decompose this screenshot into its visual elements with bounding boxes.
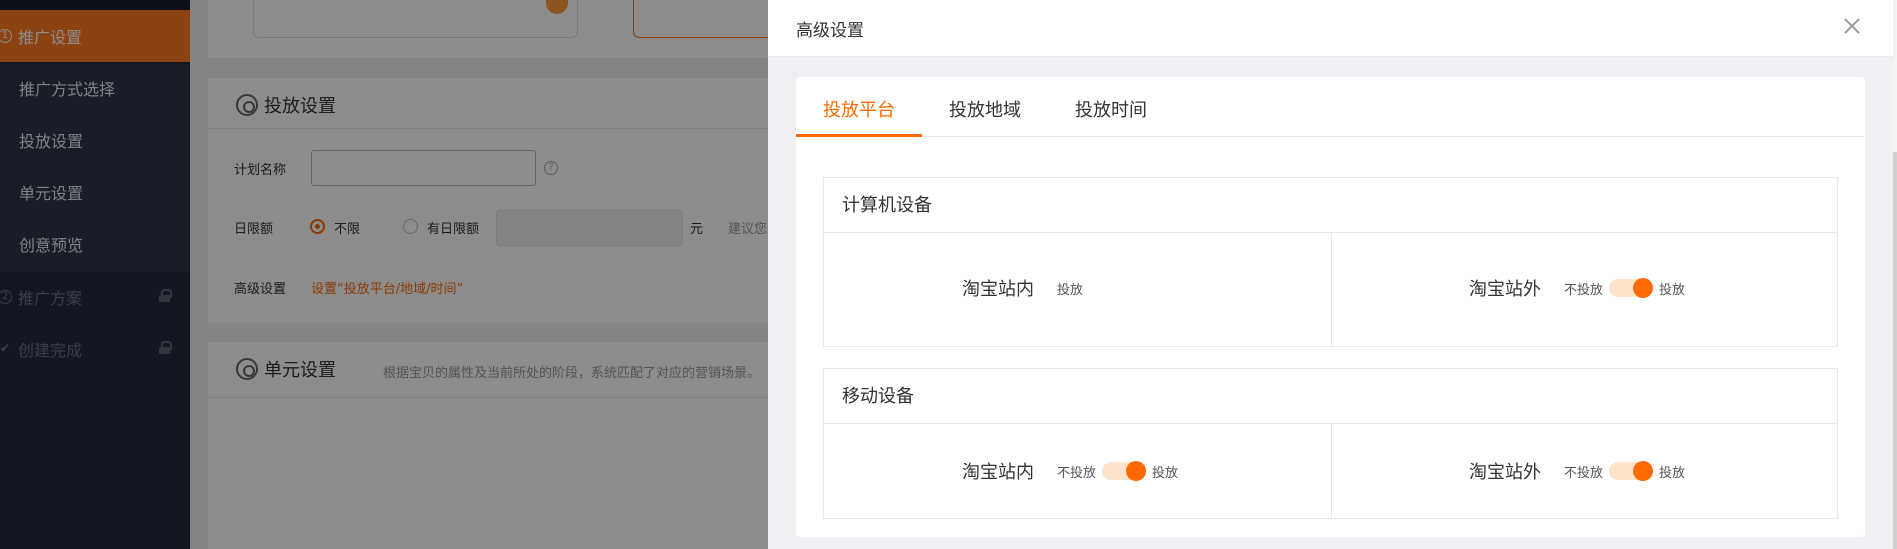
toggle-on-label: 投放 (1659, 465, 1686, 481)
toggle-on-label: 投放 (1659, 282, 1686, 298)
advanced-settings-drawer: 高级设置 投放平台 投放地域 投放时间 计算机设备 淘宝站内 投放 淘宝站外 不… (768, 0, 1897, 549)
close-icon[interactable] (1840, 14, 1864, 38)
drawer-header: 高级设置 (768, 0, 1893, 57)
computer-devices-section: 计算机设备 淘宝站内 投放 淘宝站外 不投放 投放 (823, 177, 1838, 347)
placement-toggle[interactable] (1609, 461, 1654, 481)
toggle-off-label: 不投放 (1564, 465, 1604, 481)
modal-overlay[interactable] (0, 0, 768, 549)
tab-placement-platform[interactable]: 投放平台 (823, 96, 895, 122)
computer-taobao-external: 淘宝站外 不投放 投放 (1469, 278, 1686, 300)
toggle-off-label: 不投放 (1057, 465, 1097, 481)
column-divider (1331, 233, 1332, 346)
drawer-title: 高级设置 (796, 21, 864, 41)
placement-toggle[interactable] (1102, 461, 1147, 481)
channel-name: 淘宝站内 (962, 462, 1034, 483)
column-divider (1331, 424, 1332, 518)
toggle-knob (1126, 461, 1147, 481)
section-title: 计算机设备 (824, 178, 1837, 233)
status-text: 投放 (1057, 282, 1084, 298)
toggle-knob (1633, 278, 1654, 298)
scrollbar-thumb[interactable] (1893, 152, 1897, 549)
settings-panel: 投放平台 投放地域 投放时间 计算机设备 淘宝站内 投放 淘宝站外 不投放 投放… (796, 77, 1865, 537)
toggle-knob (1633, 461, 1654, 481)
tab-bar: 投放平台 投放地域 投放时间 (796, 77, 1865, 137)
mobile-devices-section: 移动设备 淘宝站内 不投放 投放 淘宝站外 不投放 投放 (823, 368, 1838, 519)
active-tab-indicator (796, 134, 922, 137)
tab-placement-region[interactable]: 投放地域 (949, 96, 1021, 122)
toggle-off-label: 不投放 (1564, 282, 1604, 298)
mobile-taobao-external: 淘宝站外 不投放 投放 (1469, 461, 1686, 483)
toggle-on-label: 投放 (1152, 465, 1179, 481)
mobile-taobao-internal: 淘宝站内 不投放 投放 (962, 461, 1179, 483)
placement-toggle[interactable] (1609, 278, 1654, 298)
tab-placement-time[interactable]: 投放时间 (1075, 96, 1147, 122)
section-title: 移动设备 (824, 369, 1837, 424)
computer-taobao-internal: 淘宝站内 投放 (962, 278, 1084, 300)
channel-name: 淘宝站内 (962, 279, 1034, 300)
channel-name: 淘宝站外 (1469, 462, 1541, 483)
channel-name: 淘宝站外 (1469, 279, 1541, 300)
